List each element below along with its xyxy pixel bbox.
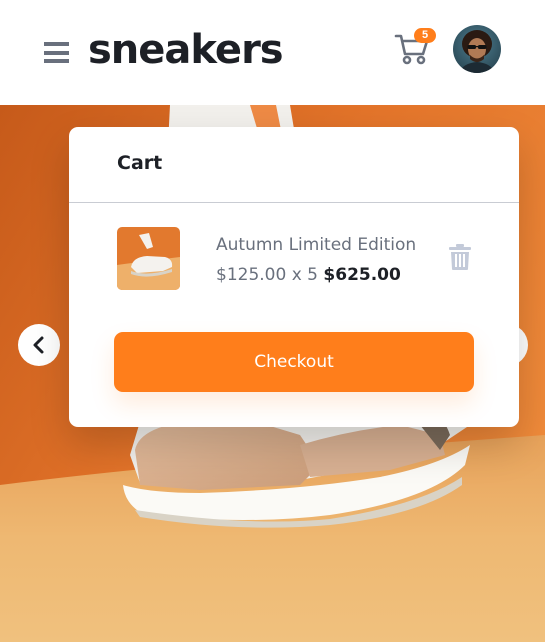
cart-item-quantity: x 5: [291, 265, 318, 285]
avatar-image: [453, 25, 501, 73]
cart-item-price-line: $125.00 x 5 $625.00: [216, 265, 401, 285]
cart-divider: [69, 202, 519, 203]
brand-logo[interactable]: sneakers: [88, 24, 284, 76]
user-avatar[interactable]: [453, 25, 501, 73]
cart-item-unit-price: $125.00: [216, 265, 287, 285]
product-thumbnail-image: [117, 227, 180, 290]
trash-icon: [449, 244, 471, 270]
hamburger-menu-icon[interactable]: [44, 42, 69, 63]
cart-dropdown: Cart Autumn Limited Edition $125.00 x 5 …: [69, 127, 519, 427]
checkout-button[interactable]: Checkout: [114, 332, 474, 392]
cart-item-name: Autumn Limited Edition: [216, 235, 417, 255]
site-header: sneakers 5: [0, 0, 545, 105]
previous-image-button[interactable]: [18, 324, 60, 366]
chevron-left-icon: [33, 336, 44, 354]
cart-item-thumbnail[interactable]: [117, 227, 180, 290]
cart-item-total: $625.00: [323, 265, 401, 285]
page: sneakers 5 Cart Autumn Limited Edition $…: [0, 0, 545, 642]
cart-title: Cart: [117, 152, 163, 174]
cart-count-badge: 5: [414, 28, 436, 43]
delete-item-button[interactable]: [449, 244, 471, 270]
